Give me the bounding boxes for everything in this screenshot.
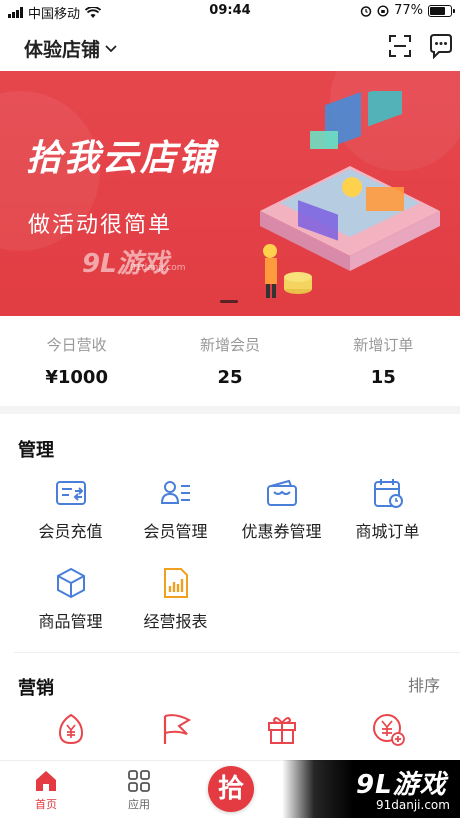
center-action-button[interactable]: 拾	[208, 766, 254, 812]
grid-item-member-recharge[interactable]: 会员充值	[13, 476, 128, 542]
grid-label: 商城订单	[355, 522, 420, 541]
status-bar: 中国移动 09:44 77%	[0, 0, 460, 24]
management-title: 管理	[18, 440, 54, 461]
grid-label: 会员管理	[143, 522, 208, 541]
tab-apps[interactable]: 应用	[109, 769, 169, 812]
store-name: 体验店铺	[24, 39, 101, 61]
app-header: 体验店铺	[0, 26, 460, 70]
battery-percent: 77%	[394, 3, 423, 18]
status-right: 77%	[360, 3, 455, 18]
sort-button[interactable]: 排序	[408, 672, 440, 696]
tab-label: 首页	[35, 798, 57, 811]
yuan-plus-icon	[372, 714, 405, 746]
tab-label: 应用	[128, 798, 150, 811]
carousel-indicator[interactable]	[220, 300, 238, 303]
stat-value: 25	[217, 367, 243, 388]
grid-item-business-report[interactable]: 经营报表	[118, 566, 233, 632]
promo-banner[interactable]: 拾我云店铺 做活动很简单 9L游戏 91danji.com	[0, 71, 460, 316]
stat-new-members[interactable]: 新增会员 25	[153, 318, 306, 406]
recharge-card-icon	[55, 481, 86, 505]
stat-label: 新增订单	[353, 336, 414, 354]
marketing-item[interactable]	[330, 712, 445, 746]
battery-fill	[430, 6, 446, 15]
watermark-site: 91danji.com	[376, 798, 450, 812]
grid-item-member-management[interactable]: 会员管理	[118, 476, 233, 542]
report-chart-icon	[163, 568, 188, 598]
orientation-lock-icon	[377, 4, 389, 17]
stat-label: 今日营收	[46, 336, 107, 354]
box-icon	[56, 567, 85, 599]
store-selector[interactable]: 体验店铺	[24, 35, 118, 62]
banner-watermark-site: 91danji.com	[130, 263, 186, 273]
stat-value: ¥1000	[45, 367, 108, 388]
alarm-icon	[360, 5, 372, 17]
grid-label: 商品管理	[38, 612, 103, 631]
gift-icon	[267, 717, 296, 744]
home-icon	[36, 771, 56, 791]
calendar-clock-icon	[373, 479, 403, 508]
banner-subtitle: 做活动很简单	[28, 213, 173, 238]
coupon-wallet-icon	[266, 479, 297, 506]
marketing-item[interactable]	[13, 712, 128, 746]
marketing-title: 营销	[18, 678, 54, 699]
flag-icon	[163, 714, 191, 744]
member-card-icon	[160, 481, 190, 504]
stat-label: 新增会员	[199, 336, 260, 354]
section-gap	[0, 406, 460, 414]
isometric-shop-illustration	[260, 91, 440, 298]
grid-label: 会员充值	[38, 522, 103, 541]
stat-revenue[interactable]: 今日营收 ¥1000	[0, 318, 153, 406]
stat-value: 15	[370, 367, 396, 388]
grid-label: 经营报表	[143, 612, 208, 631]
grid-label: 优惠券管理	[241, 522, 322, 541]
banner-watermark-logo: 9L游戏	[82, 249, 169, 279]
section-divider	[14, 652, 460, 653]
grid-item-coupon-management[interactable]: 优惠券管理	[224, 476, 339, 542]
grid-item-product-management[interactable]: 商品管理	[13, 566, 128, 632]
battery-icon	[428, 4, 455, 17]
marketing-item[interactable]	[224, 712, 339, 746]
chevron-down-icon	[105, 44, 117, 52]
marketing-item[interactable]	[118, 712, 233, 746]
yuan-egg-icon	[58, 713, 83, 745]
grid-item-mall-orders[interactable]: 商城订单	[330, 476, 445, 542]
today-stats: 今日营收 ¥1000 新增会员 25 新增订单 15	[0, 318, 460, 406]
tab-home[interactable]: 首页	[16, 769, 76, 812]
stat-new-orders[interactable]: 新增订单 15	[307, 318, 460, 406]
message-icon[interactable]	[427, 32, 455, 60]
watermark-logo: 9L游戏	[356, 770, 447, 800]
scan-icon[interactable]	[386, 32, 414, 60]
apps-grid-icon	[128, 770, 150, 792]
banner-title: 拾我云店铺	[26, 138, 217, 179]
